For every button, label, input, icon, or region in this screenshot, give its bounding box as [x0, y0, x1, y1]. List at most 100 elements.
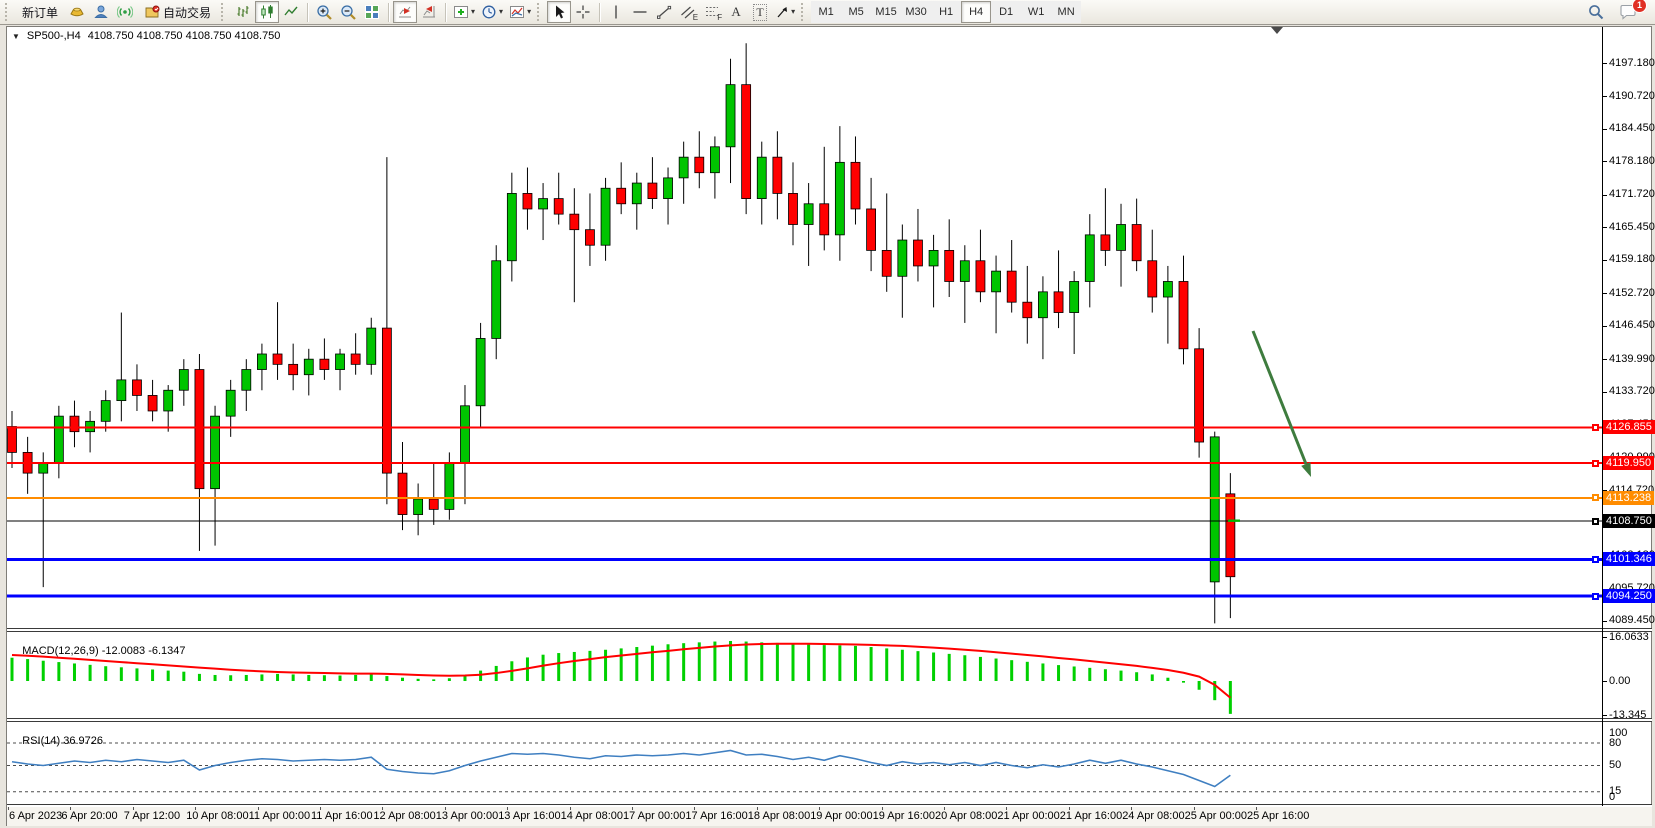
candle-down — [695, 157, 704, 173]
time-axis-label: 17 Apr 16:00 — [685, 810, 747, 822]
time-axis-label: 19 Apr 16:00 — [873, 810, 935, 822]
auto-scroll-button[interactable] — [393, 1, 417, 23]
macd-histogram-bar — [1041, 663, 1044, 681]
candlestick-chart-button[interactable] — [255, 1, 279, 23]
time-axis[interactable]: 6 Apr 20236 Apr 20:007 Apr 12:0010 Apr 0… — [7, 807, 1652, 826]
line-chart-button[interactable] — [279, 1, 303, 23]
chart-shift-marker-icon[interactable] — [1271, 27, 1283, 34]
time-axis-label: 25 Apr 16:00 — [1247, 810, 1309, 822]
chart-shift-button[interactable] — [417, 1, 441, 23]
rsi-indicator-pane[interactable] — [7, 722, 1602, 806]
toolbar-grip[interactable] — [537, 3, 544, 21]
cursor-button[interactable] — [547, 1, 571, 23]
candle-up — [179, 370, 188, 391]
zoom-in-icon — [316, 4, 333, 21]
toolbar-grip[interactable] — [801, 3, 808, 21]
macd-histogram-bar — [995, 659, 998, 681]
candle-up — [929, 250, 938, 266]
macd-histogram-bar — [1151, 674, 1154, 681]
candle-up — [960, 261, 969, 282]
zoom-out-button[interactable] — [336, 1, 360, 23]
account-button[interactable] — [89, 1, 113, 23]
toolbar-right-group: 1 — [1584, 1, 1655, 23]
macd-histogram-bar — [1010, 660, 1013, 681]
candle-up — [54, 416, 63, 463]
candle-down — [70, 416, 79, 432]
autotrading-button[interactable]: 自动交易 — [137, 1, 218, 23]
macd-histogram-bar — [229, 675, 232, 681]
timeframe-button-h1[interactable]: H1 — [931, 1, 961, 23]
time-axis-label: 12 Apr 08:00 — [373, 810, 435, 822]
arrow-annotation[interactable] — [1253, 331, 1306, 464]
toolbar-grip[interactable] — [5, 3, 12, 21]
macd-histogram-bar — [245, 675, 248, 681]
candle-down — [195, 370, 204, 489]
text-label-button[interactable]: T — [748, 1, 772, 23]
signals-button[interactable] — [113, 1, 137, 23]
toolbar-grip[interactable] — [221, 3, 228, 21]
trendline-button[interactable] — [652, 1, 676, 23]
macd-indicator-pane[interactable] — [7, 632, 1602, 718]
timeframe-button-d1[interactable]: D1 — [991, 1, 1021, 23]
price-axis-tick-label: 4133.720 — [1609, 385, 1655, 397]
line-marker-square — [1592, 460, 1599, 467]
candle-up — [679, 157, 688, 178]
candle-up — [726, 85, 735, 147]
price-chart-pane[interactable] — [7, 27, 1602, 628]
timeframe-button-h4[interactable]: H4 — [961, 1, 991, 23]
timeframe-button-m5[interactable]: M5 — [841, 1, 871, 23]
price-axis-tick-label: 4184.450 — [1609, 122, 1655, 134]
bar-chart-button[interactable] — [231, 1, 255, 23]
macd-histogram-bar — [1104, 669, 1107, 681]
timeframe-button-w1[interactable]: W1 — [1021, 1, 1051, 23]
arrows-button[interactable]: ▾ — [772, 1, 798, 23]
time-axis-label: 17 Apr 00:00 — [623, 810, 685, 822]
horizontal-line-button[interactable] — [628, 1, 652, 23]
candle-down — [132, 380, 141, 396]
macd-histogram-bar — [182, 672, 185, 681]
templates-button[interactable]: ▾ — [506, 1, 534, 23]
timeframe-button-m30[interactable]: M30 — [901, 1, 931, 23]
vertical-line-button[interactable] — [604, 1, 628, 23]
macd-histogram-bar — [588, 651, 591, 681]
price-axis-tick-label: 4152.720 — [1609, 287, 1655, 299]
time-axis-label: 21 Apr 00:00 — [997, 810, 1059, 822]
crosshair-icon — [575, 4, 591, 20]
text-button[interactable]: A — [724, 1, 748, 23]
clock-icon — [481, 4, 497, 20]
candle-down — [773, 157, 782, 193]
fibonacci-button[interactable]: F — [700, 1, 724, 23]
macd-histogram-bar — [260, 674, 263, 681]
rsi-axis-label: 50 — [1609, 759, 1621, 771]
candle-down — [820, 204, 829, 235]
price-axis-tick-label: 4197.180 — [1609, 57, 1655, 69]
line-marker-square — [1592, 494, 1599, 501]
macd-histogram-bar — [1182, 681, 1185, 683]
new-order-button[interactable]: 新订单 — [15, 1, 65, 23]
deposit-button[interactable] — [65, 1, 89, 23]
mt4-application: 新订单 自动交易 — [0, 0, 1655, 828]
tile-windows-button[interactable] — [360, 1, 384, 23]
candle-down — [742, 85, 751, 199]
candle-down — [913, 240, 922, 266]
timeframe-button-m15[interactable]: M15 — [871, 1, 901, 23]
indicators-button[interactable]: ▾ — [450, 1, 478, 23]
channel-letter: E — [693, 14, 698, 22]
search-button[interactable] — [1584, 1, 1608, 23]
macd-histogram-bar — [963, 655, 966, 681]
timeframe-button-m1[interactable]: M1 — [811, 1, 841, 23]
periods-button[interactable]: ▾ — [478, 1, 506, 23]
macd-histogram-bar — [292, 674, 295, 681]
candle-down — [554, 199, 563, 215]
candle-up — [1163, 281, 1172, 297]
price-axis-dash — [1602, 227, 1607, 228]
time-axis-label: 6 Apr 2023 — [9, 810, 62, 822]
price-axis-tick-label: 4165.450 — [1609, 221, 1655, 233]
zoom-in-button[interactable] — [312, 1, 336, 23]
equidistant-channel-button[interactable]: E — [676, 1, 700, 23]
crosshair-button[interactable] — [571, 1, 595, 23]
macd-histogram-bar — [432, 679, 435, 681]
timeframe-button-mn[interactable]: MN — [1051, 1, 1081, 23]
chat-button[interactable]: 1 — [1616, 1, 1641, 23]
arrow-annotation-head[interactable] — [1301, 462, 1311, 477]
